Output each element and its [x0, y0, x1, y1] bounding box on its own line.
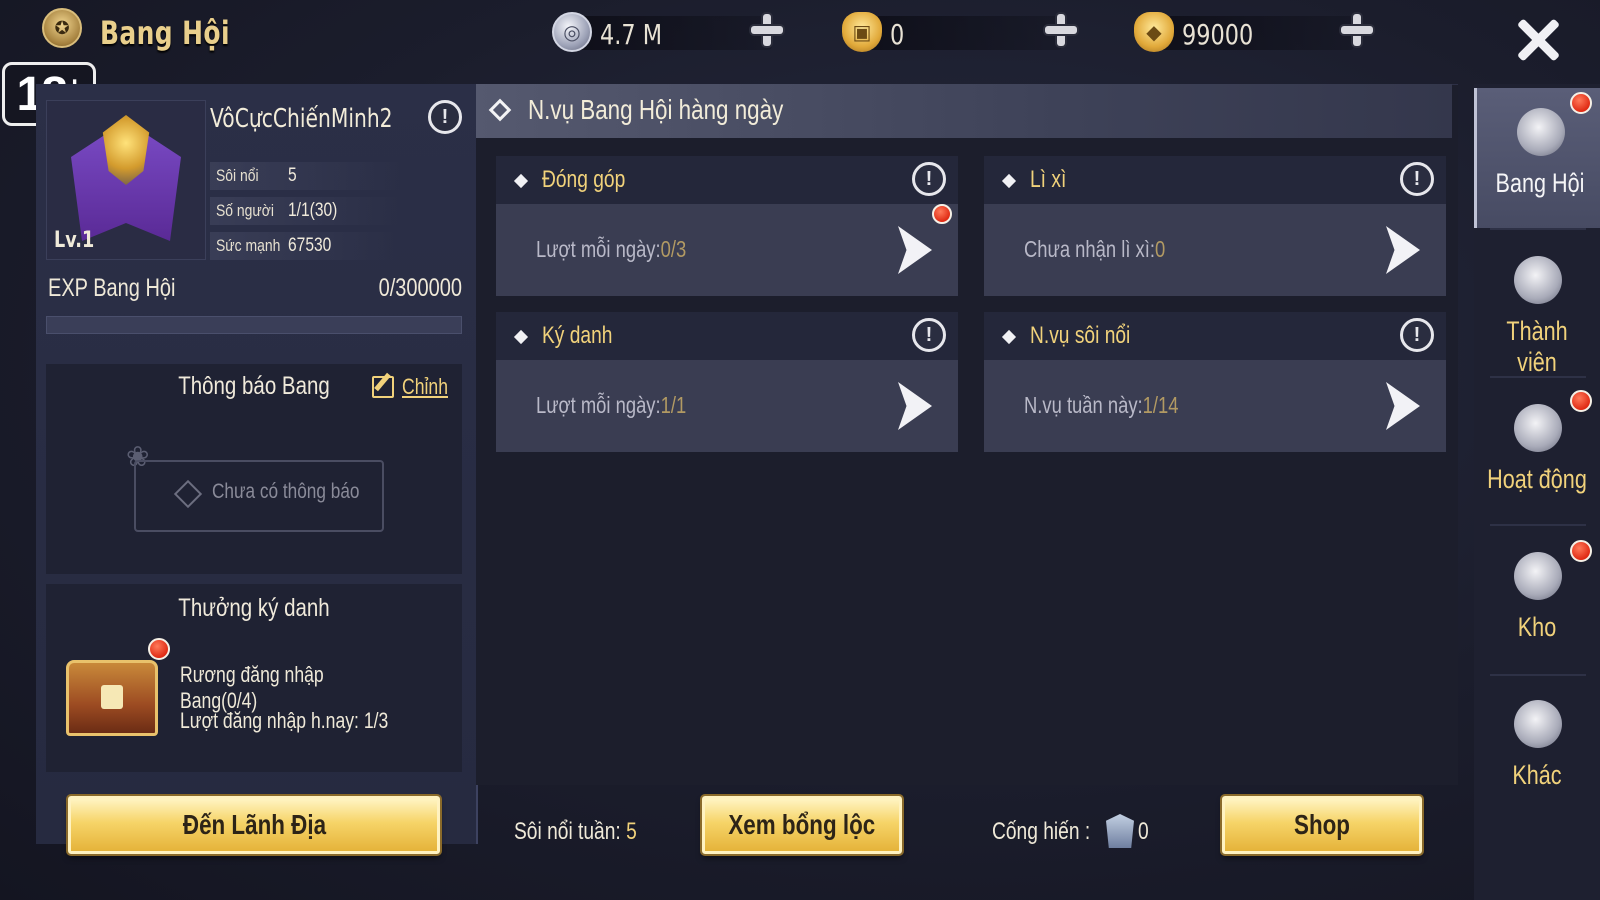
gold-ingot-icon: ◆	[1134, 12, 1174, 52]
sidebar-divider	[1490, 228, 1586, 230]
exp-label: EXP Bang Hội	[48, 274, 176, 302]
arrow-right-icon[interactable]	[1386, 226, 1420, 274]
diamond-icon	[488, 98, 512, 122]
guild-level: Lv.1	[54, 228, 95, 253]
contribution-value: 0	[1138, 818, 1149, 845]
task-row[interactable]: Lượt mỗi ngày:0/3	[496, 204, 958, 296]
task-card-activity-quest: N.vụ sôi nổi ! N.vụ tuần này:1/14	[984, 312, 1446, 452]
shop-button[interactable]: Shop	[1222, 796, 1422, 854]
gold-amount: 99000	[1182, 18, 1254, 51]
bullet-diamond-icon	[1001, 173, 1017, 189]
view-salary-button[interactable]: Xem bổng lộc	[702, 796, 902, 854]
daily-tasks-header: N.vụ Bang Hội hàng ngày	[476, 84, 1452, 138]
sidebar-divider	[1490, 524, 1586, 526]
signin-reward-box: Thưởng ký danh Rương đăng nhập Bang(0/4)…	[46, 584, 462, 772]
sidebar-item-other[interactable]: Khác	[1474, 680, 1600, 820]
task-row[interactable]: Lượt mỗi ngày:1/1	[496, 360, 958, 452]
silver-coin-icon: ◎	[552, 12, 592, 52]
exp-value: 0/300000	[378, 274, 462, 302]
guild-info-icon[interactable]: !	[428, 100, 462, 134]
info-icon[interactable]: !	[912, 318, 946, 352]
guild-emblem-icon	[1517, 108, 1565, 156]
exp-progress-bar	[46, 316, 462, 334]
locked-gold-amount: 0	[890, 18, 905, 51]
activity-bowl-icon	[1514, 404, 1562, 452]
task-card-contribute: Đóng góp ! Lượt mỗi ngày:0/3	[496, 156, 958, 296]
contribution-badge-icon	[1106, 814, 1134, 848]
treasure-chest-icon[interactable]	[66, 660, 158, 736]
contribution-label: Cống hiến :	[992, 818, 1091, 845]
add-locked-gold-button[interactable]	[1040, 10, 1080, 50]
arrow-right-icon[interactable]	[898, 382, 932, 430]
silver-amount: 4.7 M	[600, 18, 663, 51]
info-icon[interactable]: !	[912, 162, 946, 196]
add-silver-button[interactable]	[746, 10, 786, 50]
task-row[interactable]: Chưa nhận lì xì:0	[984, 204, 1446, 296]
guild-name: VôCựcChiếnMinh2	[210, 104, 393, 134]
guild-notice-box: Thông báo Bang Chỉnh ❀ Chưa có thông báo	[46, 364, 462, 574]
go-territory-button[interactable]: Đến Lãnh Địa	[68, 796, 440, 854]
stat-power: Sức mạnh 67530	[210, 232, 400, 260]
bullet-diamond-icon	[1001, 329, 1017, 345]
reward-login-count: Lượt đăng nhập h.nay: 1/3	[180, 708, 389, 733]
notification-dot	[1570, 540, 1592, 562]
info-icon[interactable]: !	[1400, 318, 1434, 352]
sidebar-divider	[1490, 674, 1586, 676]
locked-gold-ingot-icon: ▣	[842, 12, 882, 52]
task-row[interactable]: N.vụ tuần này:1/14	[984, 360, 1446, 452]
scroll-icon	[1514, 700, 1562, 748]
empty-notice-text: Chưa có thông báo	[212, 480, 360, 503]
guild-emblem-icon: ✪	[42, 8, 82, 48]
bullet-diamond-icon	[513, 173, 529, 189]
task-card-lucky-money: Lì xì ! Chưa nhận lì xì:0	[984, 156, 1446, 296]
weekly-activity: Sôi nổi tuần: 5	[514, 818, 637, 845]
info-icon[interactable]: !	[1400, 162, 1434, 196]
notification-dot	[1570, 92, 1592, 114]
reward-title: Thưởng ký danh	[178, 594, 330, 622]
page-title: Bang Hội	[100, 14, 230, 52]
arrow-right-icon[interactable]	[1386, 382, 1420, 430]
bullet-diamond-icon	[513, 329, 529, 345]
arrow-right-icon[interactable]	[898, 226, 932, 274]
notification-dot	[932, 204, 952, 224]
stat-activity: Sôi nổi 5	[210, 162, 400, 190]
notification-dot	[148, 638, 170, 660]
add-gold-button[interactable]	[1336, 10, 1376, 50]
sidebar-item-members[interactable]: Thành viên	[1474, 236, 1600, 377]
warehouse-icon	[1514, 552, 1562, 600]
stat-members: Số người 1/1(30)	[210, 197, 400, 225]
edit-icon	[372, 376, 394, 398]
reward-chest-progress: Rương đăng nhập Bang(0/4)	[180, 662, 324, 713]
close-icon[interactable]	[1512, 14, 1564, 66]
edit-notice-button[interactable]: Chỉnh	[372, 374, 452, 402]
notification-dot	[1570, 390, 1592, 412]
member-helmet-icon	[1514, 256, 1562, 304]
sidebar-divider	[1490, 376, 1586, 378]
task-card-signin: Ký danh ! Lượt mỗi ngày:1/1	[496, 312, 958, 452]
